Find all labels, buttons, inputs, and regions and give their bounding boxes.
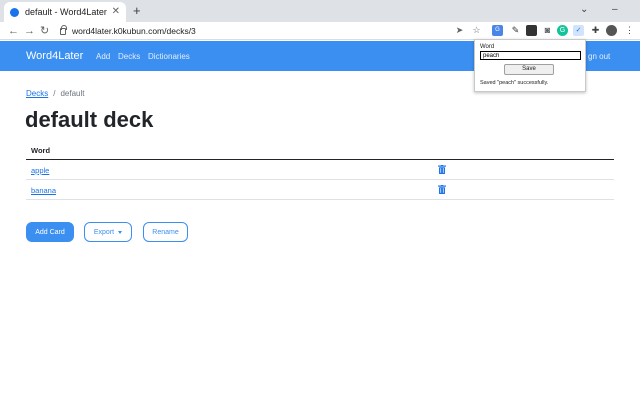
rename-button[interactable]: Rename xyxy=(143,222,188,242)
add-card-button[interactable]: Add Card xyxy=(26,222,74,242)
google-translate-icon[interactable]: G xyxy=(492,25,503,36)
word-link[interactable]: banana xyxy=(31,186,56,195)
forward-icon[interactable]: → xyxy=(24,23,35,39)
reload-icon[interactable]: ↻ xyxy=(40,23,49,39)
popup-save-button[interactable]: Save xyxy=(504,64,554,75)
word4later-icon[interactable]: ✓ xyxy=(573,25,584,36)
table-row: banana xyxy=(26,180,614,200)
profile-icon[interactable] xyxy=(606,25,617,36)
page-title: default deck xyxy=(25,107,154,132)
table-header-word: Word xyxy=(26,140,614,160)
brand-logo[interactable]: Word4Later xyxy=(26,50,83,62)
word-link[interactable]: apple xyxy=(31,166,49,175)
grammarly-icon[interactable]: G xyxy=(557,25,568,36)
trash-icon[interactable] xyxy=(438,185,446,194)
popup-word-input[interactable] xyxy=(480,51,581,60)
send-icon[interactable]: ➤ xyxy=(454,25,465,36)
breadcrumb-decks-link[interactable]: Decks xyxy=(26,89,48,98)
address-bar[interactable]: word4later.k0kubun.com/decks/3 xyxy=(60,23,470,38)
tab-close-icon[interactable]: ✕ xyxy=(112,7,120,17)
extension-icon[interactable]: ✎ xyxy=(510,25,521,36)
breadcrumb: Decks / default xyxy=(26,89,85,98)
trash-icon[interactable] xyxy=(438,165,446,174)
breadcrumb-current: default xyxy=(60,89,85,98)
nav-link-dictionaries[interactable]: Dictionaries xyxy=(148,52,190,61)
camera-icon[interactable]: ◙ xyxy=(542,25,553,36)
back-icon[interactable]: ← xyxy=(8,23,19,39)
new-tab-icon[interactable]: + xyxy=(133,4,141,18)
export-dropdown-button[interactable]: Export xyxy=(84,222,132,242)
word4later-popup: Word Save Saved "peach" successfully. xyxy=(474,39,586,92)
browser-tab[interactable]: default - Word4Later ✕ xyxy=(4,2,126,22)
table-row: apple xyxy=(26,160,614,180)
caret-down-icon xyxy=(118,230,123,234)
minimize-icon[interactable]: – xyxy=(612,4,618,16)
star-icon[interactable]: ☆ xyxy=(471,25,482,36)
sign-out-link[interactable]: gn out xyxy=(588,52,610,61)
popup-word-label: Word xyxy=(480,44,495,50)
breadcrumb-separator: / xyxy=(53,89,56,98)
export-label: Export xyxy=(93,228,115,236)
popup-status-message: Saved "peach" successfully. xyxy=(480,80,549,86)
lock-icon[interactable] xyxy=(60,25,67,35)
tab-title: default - Word4Later xyxy=(25,7,107,17)
nav-link-decks[interactable]: Decks xyxy=(118,52,140,61)
chevron-down-icon[interactable]: ⌄ xyxy=(580,4,588,16)
browser-tabstrip: default - Word4Later ✕ + ⌄ – xyxy=(0,0,640,22)
tab-favicon-icon xyxy=(10,7,19,17)
puzzle-icon[interactable]: ✚ xyxy=(590,25,601,36)
url-text: word4later.k0kubun.com/decks/3 xyxy=(72,25,196,36)
nav-link-add[interactable]: Add xyxy=(96,52,110,61)
words-table: Word apple banana xyxy=(26,140,614,200)
menu-icon[interactable]: ⋮ xyxy=(624,25,635,36)
extension-icon[interactable] xyxy=(526,25,537,36)
browser-toolbar: ← → ↻ word4later.k0kubun.com/decks/3 ➤ ☆… xyxy=(0,22,640,40)
